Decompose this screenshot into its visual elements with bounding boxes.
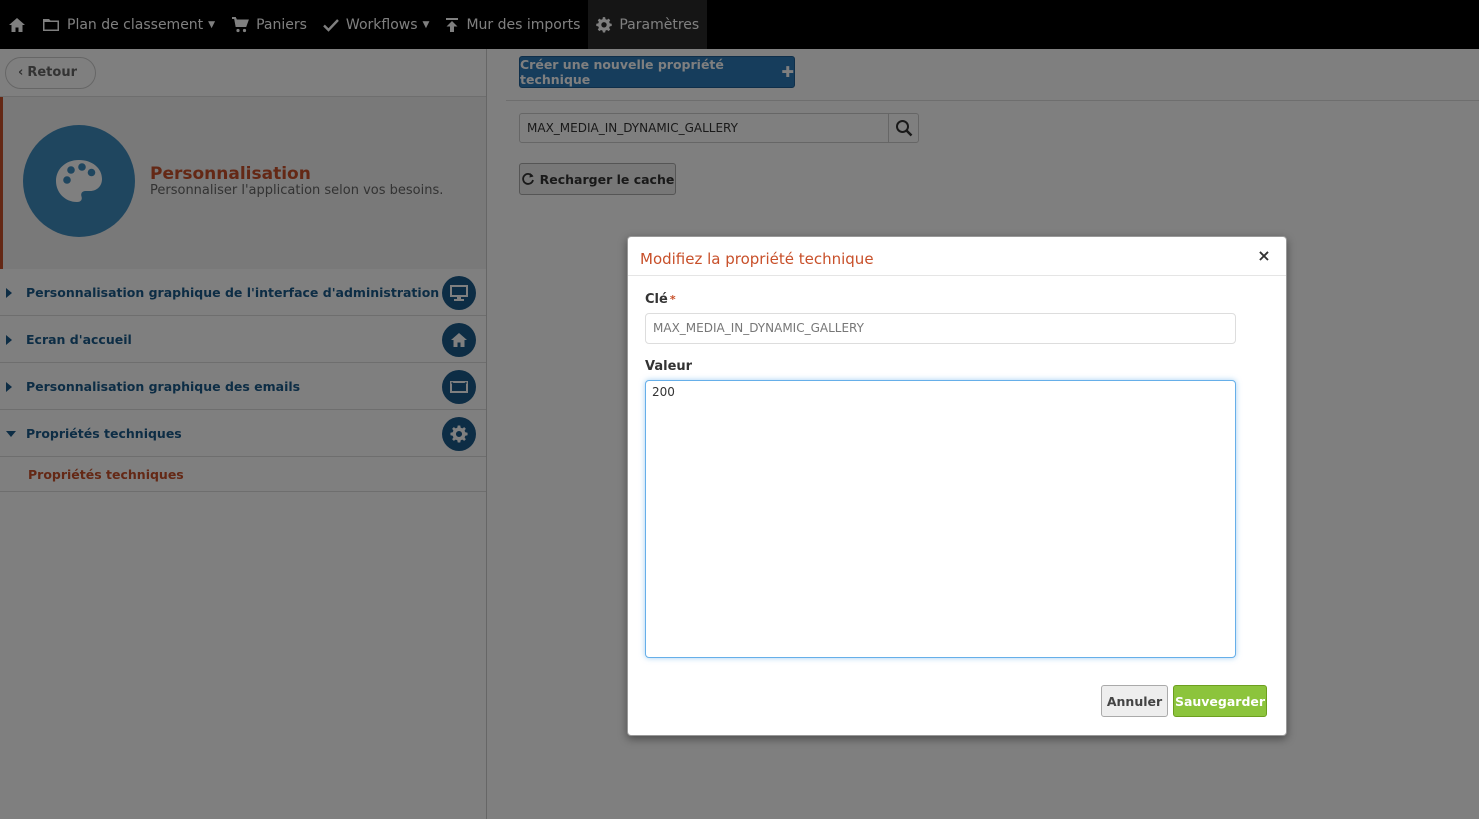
close-icon[interactable]: × — [1257, 248, 1271, 264]
cancel-button[interactable]: Annuler — [1101, 685, 1168, 717]
save-button[interactable]: Sauvegarder — [1173, 685, 1267, 717]
key-field[interactable]: MAX_MEDIA_IN_DYNAMIC_GALLERY — [645, 313, 1236, 344]
edit-property-modal: Modifiez la propriété technique × Clé * M… — [627, 236, 1287, 736]
required-marker: * — [669, 293, 676, 306]
modal-header: Modifiez la propriété technique × — [628, 237, 1286, 276]
modal-title: Modifiez la propriété technique — [640, 250, 874, 268]
key-field-label: Clé * — [645, 292, 676, 307]
key-label-text: Clé — [645, 292, 668, 307]
value-field-label: Valeur — [645, 359, 693, 374]
value-textarea[interactable]: 200 — [645, 380, 1236, 658]
